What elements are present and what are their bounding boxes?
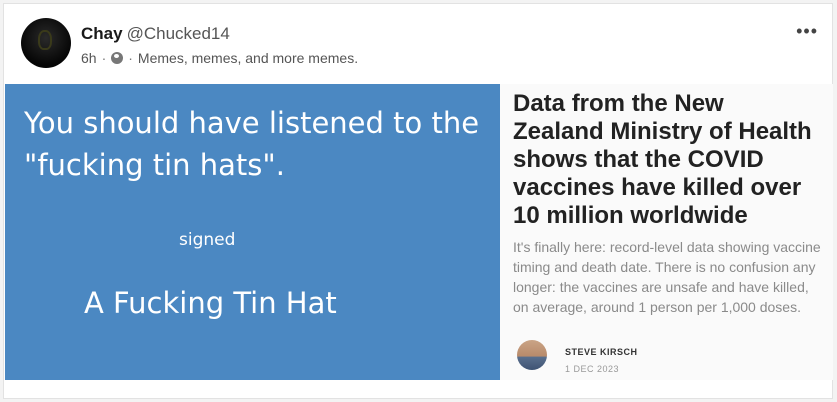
more-options-button[interactable]: ••• (796, 22, 818, 40)
display-name[interactable]: Chay (81, 24, 123, 43)
meme-signed-text: signed (179, 230, 236, 250)
meme-image[interactable]: You should have listened to the "fucking… (5, 84, 500, 380)
article-preview[interactable]: Data from the New Zealand Ministry of He… (500, 84, 833, 380)
post-card: Chay @Chucked14 6h · · Memes, memes, and … (3, 3, 833, 399)
article-date: 1 DEC 2023 (565, 364, 620, 374)
avatar-emblem-icon (38, 30, 52, 50)
article-author-avatar (517, 340, 547, 370)
separator: · (101, 50, 107, 66)
article-title[interactable]: Data from the New Zealand Ministry of He… (513, 90, 813, 230)
author-avatar[interactable] (21, 18, 71, 68)
meme-signature: A Fucking Tin Hat (84, 286, 337, 320)
meme-text: You should have listened to the "fucking… (24, 106, 480, 182)
globe-icon (111, 52, 124, 64)
timestamp[interactable]: 6h (81, 50, 97, 66)
separator: · (128, 50, 133, 66)
user-handle[interactable]: @Chucked14 (127, 24, 230, 43)
post-meta: 6h · · Memes, memes, and more memes. (81, 50, 358, 66)
article-summary: It's finally here: record-level data sho… (513, 239, 821, 315)
group-name[interactable]: Memes, memes, and more memes. (138, 50, 358, 66)
post-header: Chay @Chucked14 (81, 24, 230, 44)
article-author: STEVE KIRSCH (565, 347, 638, 357)
